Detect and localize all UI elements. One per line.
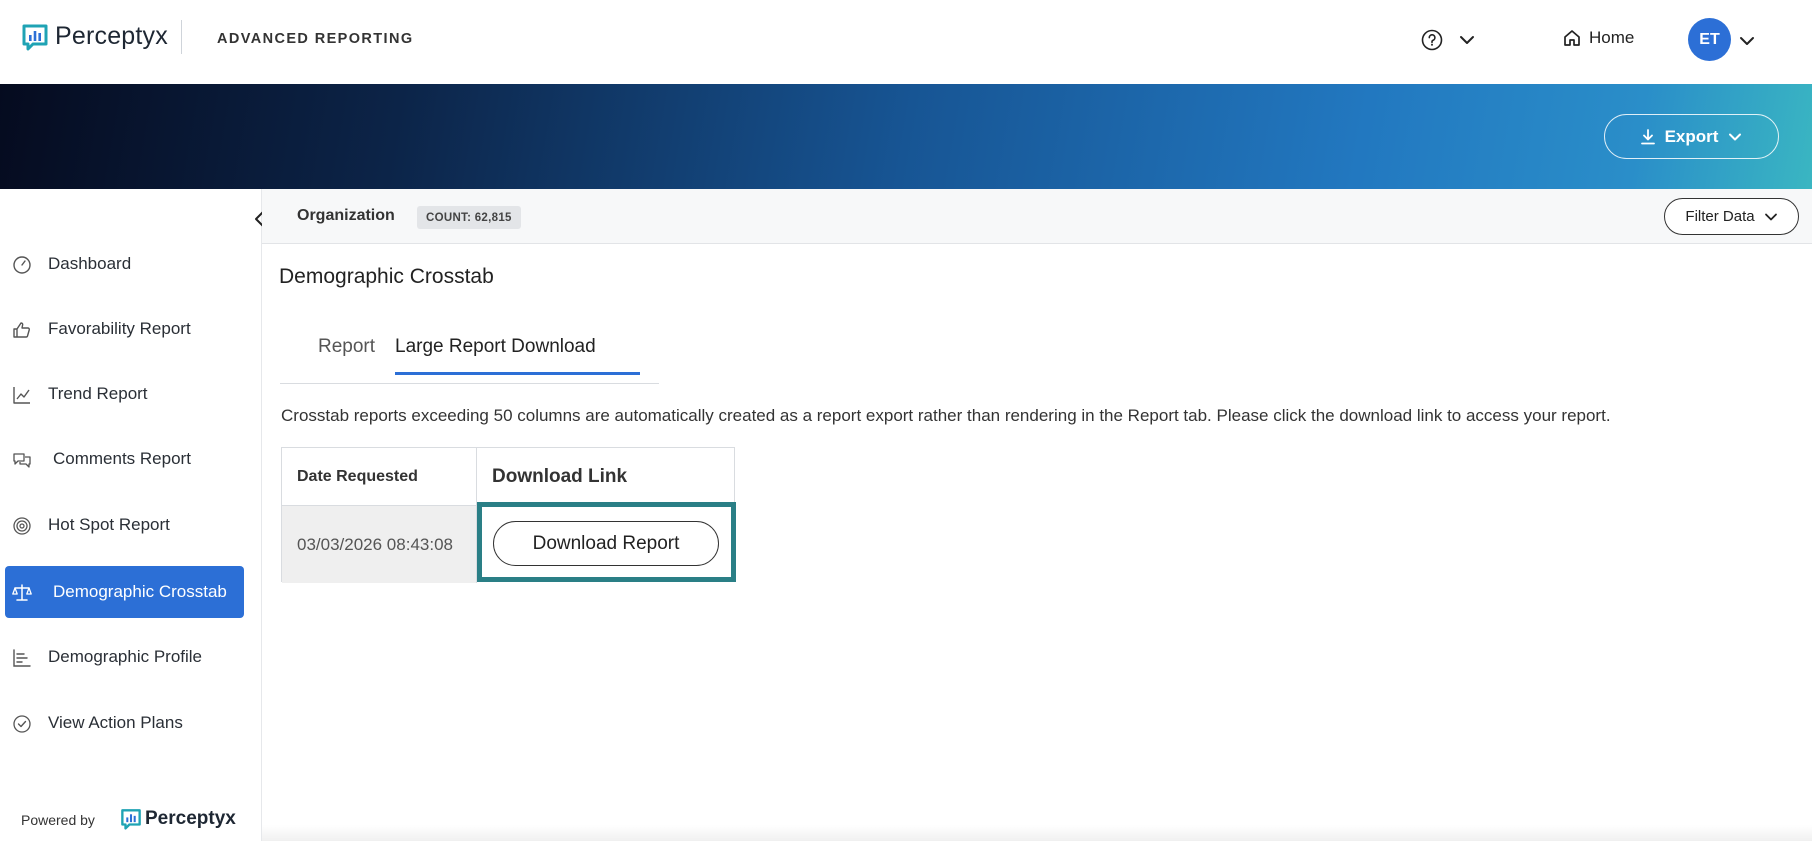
filter-data-button[interactable]: Filter Data xyxy=(1664,198,1799,235)
home-link[interactable]: Home xyxy=(1562,28,1634,48)
home-icon xyxy=(1564,30,1580,46)
download-icon xyxy=(1640,128,1655,144)
tab-large-report-download[interactable]: Large Report Download xyxy=(395,318,596,376)
home-label: Home xyxy=(1589,28,1635,47)
sidebar-item-label: Comments Report xyxy=(53,449,191,468)
header-divider xyxy=(181,20,182,54)
powered-by-label: Powered by xyxy=(21,812,95,828)
check-circle-icon xyxy=(13,715,31,733)
target-icon xyxy=(13,517,31,535)
download-report-button[interactable]: Download Report xyxy=(493,521,719,566)
table-cell-date: 03/03/2026 08:43:08 xyxy=(282,505,477,583)
column-header-download-link: Download Link xyxy=(492,465,628,487)
count-badge: COUNT: 62,815 xyxy=(417,206,521,229)
app-title: ADVANCED REPORTING xyxy=(217,31,414,47)
chat-bubbles-icon xyxy=(13,453,31,468)
thumbs-up-icon xyxy=(13,322,30,338)
line-chart-icon xyxy=(13,387,30,404)
sidebar-item-view-action-plans[interactable]: View Action Plans xyxy=(5,697,244,749)
bar-list-icon xyxy=(13,649,31,667)
perceptyx-logo-icon xyxy=(22,24,48,50)
chevron-down-icon xyxy=(1764,213,1777,220)
sidebar-item-label: Favorability Report xyxy=(48,319,191,338)
brand-name: Perceptyx xyxy=(55,22,168,50)
sidebar-item-label: Demographic Crosstab xyxy=(53,582,227,601)
dashboard-gauge-icon xyxy=(13,256,31,274)
sidebar-item-demographic-crosstab[interactable]: Demographic Crosstab xyxy=(5,566,244,618)
perceptyx-logo[interactable]: Perceptyx xyxy=(21,22,168,51)
chevron-down-icon xyxy=(1729,133,1742,140)
help-icon[interactable] xyxy=(1421,29,1443,51)
export-label: Export xyxy=(1664,126,1719,146)
sidebar-item-label: Dashboard xyxy=(48,254,132,273)
sidebar-item-label: Hot Spot Report xyxy=(48,515,170,534)
page-title: Demographic Crosstab xyxy=(279,265,494,288)
chevron-down-icon[interactable] xyxy=(1458,31,1476,49)
sidebar-item-comments-report[interactable]: Comments Report xyxy=(5,433,244,485)
sidebar-item-trend-report[interactable]: Trend Report xyxy=(5,368,244,420)
export-button[interactable]: Export xyxy=(1604,114,1779,159)
perceptyx-logo-icon xyxy=(121,809,141,830)
user-menu-chevron-icon[interactable] xyxy=(1738,32,1756,50)
organization-label: Organization xyxy=(297,207,395,224)
column-header-date-requested: Date Requested xyxy=(282,448,477,505)
sidebar-item-label: Demographic Profile xyxy=(48,647,203,666)
sidebar-item-demographic-profile[interactable]: Demographic Profile xyxy=(5,631,244,683)
powered-by-brand: Perceptyx xyxy=(145,808,236,829)
sidebar-item-hot-spot-report[interactable]: Hot Spot Report xyxy=(5,499,244,551)
sidebar-item-favorability-report[interactable]: Favorability Report xyxy=(5,303,244,355)
active-tab-indicator xyxy=(395,372,640,375)
header-banner xyxy=(0,84,1812,189)
sidebar-item-label: Trend Report xyxy=(48,384,148,403)
sidebar-item-label: View Action Plans xyxy=(48,713,183,732)
tab-report[interactable]: Report xyxy=(318,318,375,376)
info-message: Crosstab reports exceeding 50 columns ar… xyxy=(281,406,1611,425)
sidebar-item-dashboard[interactable]: Dashboard xyxy=(5,238,244,290)
top-header: Perceptyx ADVANCED REPORTING Home ET xyxy=(0,0,1812,84)
filter-data-label: Filter Data xyxy=(1685,208,1755,225)
scale-icon xyxy=(12,584,32,601)
powered-by-logo: Perceptyx xyxy=(120,808,236,830)
bottom-shadow xyxy=(262,825,1812,841)
user-avatar[interactable]: ET xyxy=(1688,18,1731,61)
